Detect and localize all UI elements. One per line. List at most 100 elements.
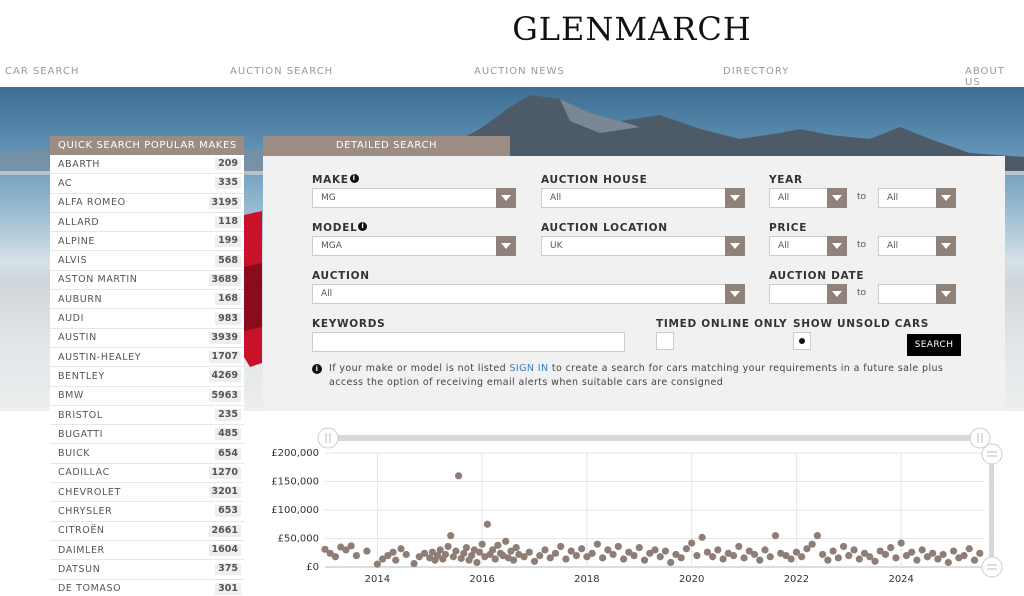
data-point[interactable] [402, 550, 410, 559]
data-point[interactable] [714, 546, 722, 554]
data-point[interactable] [562, 555, 570, 563]
make-row[interactable]: AC 335 [50, 174, 244, 194]
data-point[interactable] [483, 520, 491, 528]
make-row[interactable]: CHRYSLER 653 [50, 502, 244, 522]
chevron-down-icon[interactable] [725, 188, 745, 208]
chevron-down-icon[interactable] [725, 236, 745, 256]
data-point[interactable] [881, 550, 890, 559]
date-range-slider-track[interactable] [325, 435, 985, 441]
data-point[interactable] [855, 555, 863, 563]
data-point[interactable] [913, 556, 921, 564]
data-point[interactable] [478, 540, 486, 548]
data-point[interactable] [640, 556, 649, 564]
make-select[interactable]: MG [312, 188, 516, 208]
data-point[interactable] [976, 549, 984, 557]
timed-online-checkbox[interactable] [656, 332, 674, 350]
price-slider-top-handle[interactable] [981, 443, 1003, 465]
price-range-slider-track[interactable] [989, 456, 994, 568]
data-point[interactable] [682, 545, 691, 553]
data-point[interactable] [750, 550, 759, 559]
make-row[interactable]: BUGATTI 485 [50, 425, 244, 445]
year-to-select[interactable]: All [878, 188, 956, 208]
make-row[interactable]: AUSTIN-HEALEY 1707 [50, 348, 244, 368]
make-row[interactable]: BENTLEY 4269 [50, 367, 244, 387]
data-point[interactable] [588, 549, 596, 557]
data-point[interactable] [462, 544, 471, 552]
data-point[interactable] [845, 552, 853, 560]
data-point[interactable] [512, 544, 520, 552]
data-point[interactable] [473, 558, 481, 567]
data-point[interactable] [494, 541, 502, 549]
nav-auction-search[interactable]: AUCTION SEARCH [230, 66, 333, 77]
sign-in-link[interactable]: SIGN IN [509, 363, 548, 374]
data-point[interactable] [630, 552, 638, 560]
data-point[interactable] [619, 555, 628, 563]
data-point[interactable] [887, 544, 895, 552]
auction-location-select[interactable]: UK [541, 236, 745, 256]
chevron-down-icon[interactable] [827, 284, 847, 304]
make-row[interactable]: CHEVROLET 3201 [50, 483, 244, 503]
data-point[interactable] [908, 548, 916, 556]
data-point[interactable] [871, 557, 879, 565]
data-point[interactable] [949, 547, 958, 555]
chevron-down-icon[interactable] [936, 188, 956, 208]
data-point[interactable] [892, 554, 900, 562]
data-point[interactable] [578, 545, 586, 553]
data-point[interactable] [551, 549, 560, 557]
make-row[interactable]: ABARTH 209 [50, 155, 244, 175]
data-point[interactable] [709, 553, 717, 561]
data-point[interactable] [363, 547, 371, 555]
data-point[interactable] [572, 552, 581, 560]
show-unsold-checkbox[interactable] [793, 332, 811, 350]
site-logo[interactable]: GLENMARCH [0, 10, 1024, 48]
data-point[interactable] [454, 472, 463, 480]
auction-house-select[interactable]: All [541, 188, 745, 208]
data-point[interactable] [656, 553, 664, 561]
price-from-select[interactable]: All [769, 236, 847, 256]
make-row[interactable]: BMW 5963 [50, 387, 244, 406]
data-point[interactable] [735, 542, 743, 551]
data-point[interactable] [960, 552, 968, 560]
data-point[interactable] [729, 552, 738, 560]
year-from-select[interactable]: All [769, 188, 847, 208]
nav-directory[interactable]: DIRECTORY [723, 66, 789, 77]
data-point[interactable] [509, 556, 518, 564]
keywords-input[interactable] [312, 332, 625, 352]
data-point[interactable] [939, 550, 947, 559]
make-row[interactable]: DATSUN 375 [50, 560, 244, 580]
data-point[interactable] [609, 550, 617, 559]
data-point[interactable] [766, 553, 774, 561]
make-row[interactable]: BRISTOL 235 [50, 406, 244, 426]
data-point[interactable] [444, 542, 452, 551]
data-point[interactable] [813, 532, 821, 540]
data-point[interactable] [389, 548, 397, 556]
data-point[interactable] [944, 558, 952, 567]
data-point[interactable] [677, 554, 685, 562]
nav-about-us[interactable]: ABOUT US [965, 66, 1024, 88]
chevron-down-icon[interactable] [496, 236, 516, 256]
data-point[interactable] [347, 542, 355, 550]
info-icon[interactable]: i [349, 174, 359, 183]
data-point[interactable] [761, 546, 769, 554]
data-point[interactable] [688, 539, 696, 547]
make-row[interactable]: AUSTIN 3939 [50, 329, 244, 348]
data-point[interactable] [698, 533, 706, 541]
chevron-down-icon[interactable] [725, 284, 745, 304]
data-point[interactable] [740, 554, 748, 562]
data-point[interactable] [557, 542, 565, 551]
chevron-down-icon[interactable] [496, 188, 516, 208]
data-point[interactable] [970, 556, 979, 564]
auction-date-from-select[interactable] [769, 284, 847, 304]
data-point[interactable] [667, 558, 675, 567]
chevron-down-icon[interactable] [827, 188, 847, 208]
data-point[interactable] [530, 557, 539, 565]
data-point[interactable] [965, 545, 973, 553]
data-point[interactable] [447, 532, 455, 540]
make-row[interactable]: ALPINE 199 [50, 232, 244, 252]
data-point[interactable] [719, 555, 727, 563]
data-point[interactable] [441, 550, 450, 559]
data-point[interactable] [502, 537, 510, 545]
data-point[interactable] [819, 550, 827, 559]
data-point[interactable] [392, 556, 400, 564]
data-point[interactable] [839, 542, 848, 551]
